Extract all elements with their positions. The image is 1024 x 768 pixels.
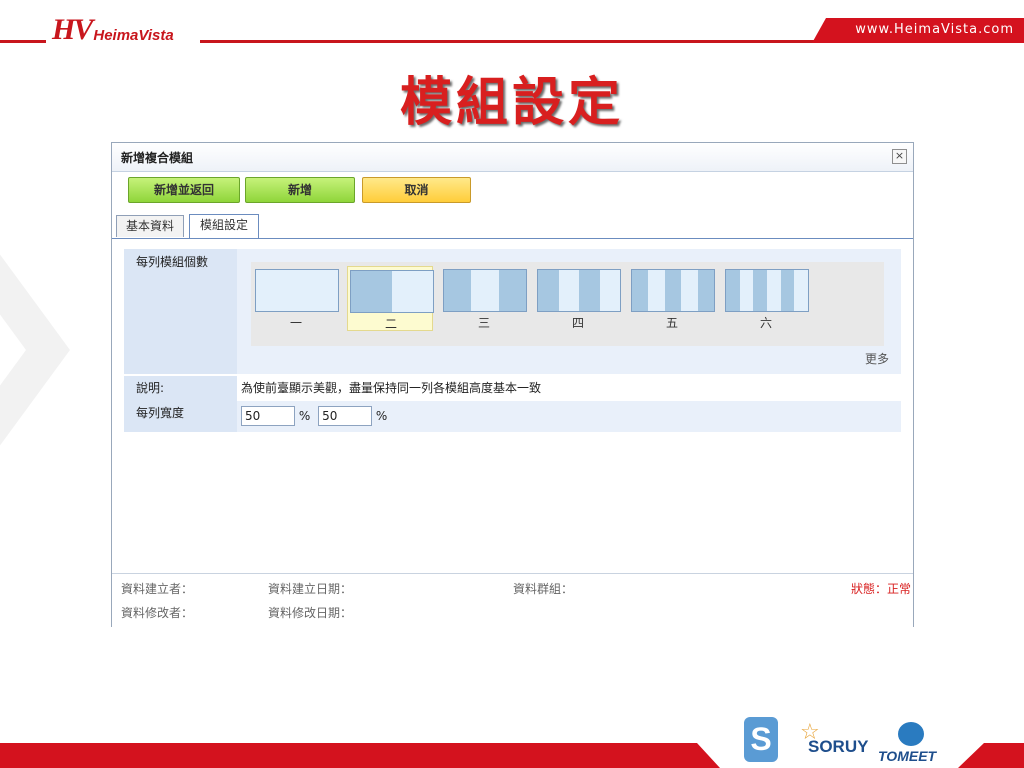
preview-column	[766, 270, 781, 311]
logo-mark: HV	[52, 13, 93, 46]
percent-sign: %	[375, 409, 388, 423]
layout-option-label: 六	[759, 316, 772, 330]
background-arrow-watermark	[0, 200, 70, 500]
preview-column	[648, 270, 665, 311]
logo-text: HeimaVista	[93, 26, 174, 44]
add-composite-module-dialog: 新增複合模組 × 新增並返回 新增 取消 基本資料 模組設定 每列模組個數 一	[111, 142, 914, 627]
dialog-tabs: 基本資料 模組設定	[112, 214, 913, 239]
dialog-footer: 資料建立者： 資料建立日期： 資料群組： 狀態：正常 資料修改者： 資料修改日期…	[112, 573, 913, 627]
partner-tomeet-logo: TOMEET	[878, 748, 937, 764]
layout-option-5[interactable]: 五	[629, 266, 715, 331]
modules-per-row-cell: 一 二 三 四 五 六 更多	[237, 249, 901, 374]
website-banner: www.HeimaVista.com	[812, 18, 1024, 43]
layout-option-label: 四	[571, 316, 584, 330]
preview-column	[444, 270, 472, 311]
layout-option-label: 五	[665, 316, 678, 330]
tomeet-mark-icon	[898, 722, 924, 746]
website-url: www.HeimaVista.com	[855, 22, 1014, 37]
preview-column	[681, 270, 698, 311]
layout-preview-6	[725, 269, 809, 312]
preview-column	[599, 270, 620, 311]
creator-label: 資料建立者：	[121, 582, 194, 596]
layout-preview-3	[443, 269, 527, 312]
description-label: 說明:	[124, 376, 237, 401]
footer-band-right	[958, 743, 1024, 768]
tab-basic-info[interactable]: 基本資料	[116, 215, 184, 237]
slide-title: 模組設定	[399, 73, 624, 133]
modifier-label: 資料修改者：	[121, 606, 194, 620]
column-2-width-input[interactable]	[318, 406, 373, 426]
layout-option-2[interactable]: 二	[347, 266, 434, 331]
layout-options-panel: 一 二 三 四 五 六	[251, 262, 884, 346]
layout-preview-4	[537, 269, 621, 312]
modified-date-label: 資料修改日期：	[268, 606, 353, 620]
preview-column	[780, 270, 795, 311]
tab-module-settings[interactable]: 模組設定	[189, 214, 259, 238]
preview-column	[753, 270, 767, 311]
add-button[interactable]: 新增	[245, 177, 355, 203]
layout-option-1[interactable]: 一	[253, 266, 339, 331]
partner-soruy-logo: SORUY	[808, 737, 869, 756]
modules-per-row-label: 每列模組個數	[124, 249, 237, 374]
description-text: 為使前臺顯示美觀，盡量保持同一列各模組高度基本一致	[237, 376, 901, 401]
heimavista-logo: HV HeimaVista	[52, 8, 174, 52]
preview-column	[632, 270, 649, 311]
header-rule	[200, 40, 820, 43]
percent-sign: %	[298, 409, 311, 423]
add-and-return-button[interactable]: 新增並返回	[128, 177, 240, 203]
layout-option-3[interactable]: 三	[441, 266, 527, 331]
preview-column	[256, 270, 338, 311]
more-link[interactable]: 更多	[865, 350, 889, 367]
layout-option-label: 一	[289, 316, 302, 330]
layout-option-6[interactable]: 六	[723, 266, 809, 331]
footer-band-left	[0, 743, 720, 768]
layout-option-label: 二	[384, 317, 397, 331]
partner-s-logo: S	[744, 717, 778, 762]
row-width-label: 每列寬度	[124, 401, 237, 432]
layout-preview-2	[350, 270, 434, 313]
preview-column	[726, 270, 740, 311]
preview-column	[664, 270, 682, 311]
layout-preview-1	[255, 269, 339, 312]
status-label: 狀態：正常	[850, 582, 911, 596]
preview-column	[498, 270, 526, 311]
preview-column	[558, 270, 579, 311]
layout-option-label: 三	[477, 316, 490, 330]
dialog-title: 新增複合模組	[121, 151, 194, 165]
column-1-width-input[interactable]	[241, 406, 295, 426]
data-group-label: 資料群組：	[513, 582, 574, 596]
preview-column	[471, 270, 499, 311]
preview-column	[392, 271, 433, 312]
cancel-button[interactable]: 取消	[362, 177, 471, 203]
dialog-titlebar: 新增複合模組 ×	[112, 143, 913, 172]
dialog-toolbar: 新增並返回 新增 取消	[112, 172, 913, 204]
layout-preview-5	[631, 269, 715, 312]
preview-column	[739, 270, 754, 311]
preview-column	[794, 270, 808, 311]
layout-option-4[interactable]: 四	[535, 266, 621, 331]
preview-column	[697, 270, 714, 311]
close-icon[interactable]: ×	[892, 149, 907, 164]
created-date-label: 資料建立日期：	[268, 582, 353, 596]
module-settings-form: 每列模組個數 一 二 三 四 五 六 更多 說明: 為使前臺顯示美觀，盡量保持同…	[124, 249, 901, 432]
preview-column	[538, 270, 559, 311]
header-rule-left	[0, 40, 46, 43]
preview-column	[579, 270, 600, 311]
preview-column	[351, 271, 392, 312]
row-width-cell: % %	[237, 401, 901, 432]
